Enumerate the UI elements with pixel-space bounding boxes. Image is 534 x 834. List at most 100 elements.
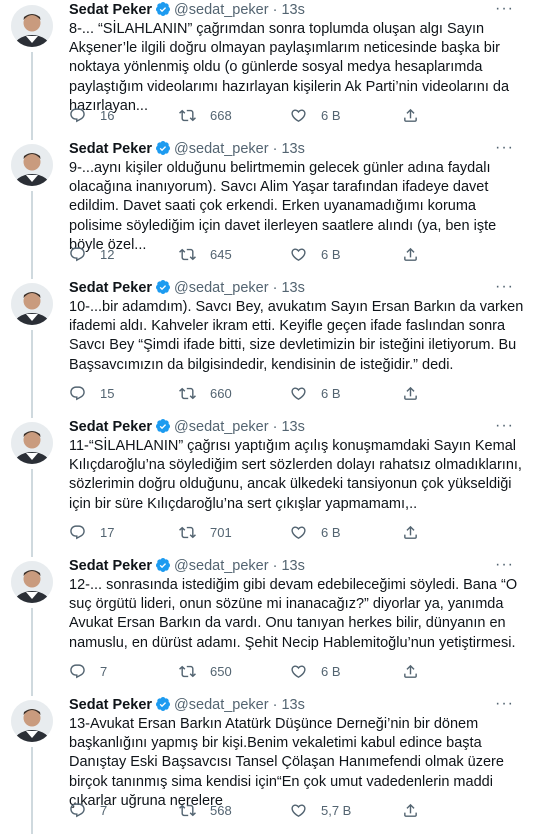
author-name[interactable]: Sedat Peker (69, 419, 152, 435)
tweet-header: Sedat Peker @sedat_peker · 13s (69, 0, 519, 20)
retweet-count: 645 (210, 246, 232, 262)
heart-icon (291, 108, 306, 122)
avatar[interactable] (11, 144, 53, 186)
share-button[interactable] (402, 801, 419, 819)
tweet-actions: 12 645 6 B (69, 245, 524, 263)
more-dots-icon[interactable]: ··· (495, 279, 514, 295)
reply-icon (70, 246, 85, 261)
share-button[interactable] (402, 662, 419, 680)
reply-icon (70, 802, 85, 817)
tweet[interactable]: Sedat Peker @sedat_peker · 13s ··· 8-... … (0, 0, 534, 139)
reply-count: 16 (100, 107, 115, 123)
like-button[interactable]: 6 B (290, 245, 341, 263)
retweet-button[interactable]: 650 (179, 662, 232, 680)
author-handle[interactable]: @sedat_peker (174, 141, 269, 157)
retweet-count: 650 (210, 663, 232, 679)
reply-button[interactable]: 15 (69, 384, 114, 402)
reply-count: 15 (100, 385, 115, 401)
timestamp[interactable]: 13s (281, 558, 304, 574)
like-count: 6 B (321, 663, 341, 679)
more-dots-icon[interactable]: ··· (495, 418, 514, 434)
tweet-actions: 7 568 5,7 B (69, 801, 524, 819)
more-dots-icon[interactable]: ··· (495, 557, 514, 573)
avatar[interactable] (11, 283, 53, 325)
separator-dot: · (272, 141, 278, 157)
avatar[interactable] (11, 561, 53, 603)
author-name[interactable]: Sedat Peker (69, 558, 152, 574)
retweet-button[interactable]: 701 (179, 523, 232, 541)
share-button[interactable] (402, 523, 419, 541)
reply-button[interactable]: 16 (69, 106, 114, 124)
tweet-text: 9-...aynı kişiler olduğunu belirtmemin g… (69, 160, 497, 253)
avatar[interactable] (11, 700, 53, 742)
timestamp[interactable]: 13s (281, 2, 304, 18)
author-handle[interactable]: @sedat_peker (174, 558, 269, 574)
retweet-button[interactable]: 668 (179, 106, 232, 124)
retweet-icon (179, 387, 196, 399)
like-count: 6 B (321, 385, 341, 401)
tweet[interactable]: Sedat Peker @sedat_peker · 13s ··· 9-...a… (0, 139, 534, 278)
author-name[interactable]: Sedat Peker (69, 280, 152, 296)
author-name[interactable]: Sedat Peker (69, 697, 152, 713)
tweet-actions: 16 668 6 B (69, 106, 524, 124)
like-button[interactable]: 6 B (290, 106, 341, 124)
share-button[interactable] (402, 106, 419, 124)
timestamp[interactable]: 13s (281, 697, 304, 713)
avatar[interactable] (11, 422, 53, 464)
retweet-count: 568 (210, 802, 232, 818)
more-dots-icon[interactable]: ··· (495, 140, 514, 156)
separator-dot: · (272, 419, 278, 435)
tweet[interactable]: Sedat Peker @sedat_peker · 13s ··· 11-“Sİ… (0, 417, 534, 556)
tweet[interactable]: Sedat Peker @sedat_peker · 13s ··· 10-...… (0, 278, 534, 417)
share-button[interactable] (402, 245, 419, 263)
avatar-image (11, 144, 53, 186)
like-count: 6 B (321, 524, 341, 540)
like-count: 6 B (321, 107, 341, 123)
share-icon (404, 108, 417, 122)
retweet-button[interactable]: 568 (179, 801, 232, 819)
timestamp[interactable]: 13s (281, 141, 304, 157)
author-handle[interactable]: @sedat_peker (174, 419, 269, 435)
avatar[interactable] (11, 5, 53, 47)
tweet[interactable]: Sedat Peker @sedat_peker · 13s ··· 12-...… (0, 556, 534, 695)
like-button[interactable]: 5,7 B (290, 801, 351, 819)
tweet-header: Sedat Peker @sedat_peker · 13s (69, 556, 519, 576)
reply-icon (70, 524, 85, 539)
avatar-image (11, 700, 53, 742)
author-name[interactable]: Sedat Peker (69, 2, 152, 18)
reply-button[interactable]: 7 (69, 801, 107, 819)
retweet-button[interactable]: 645 (179, 245, 232, 263)
reply-count: 7 (100, 802, 108, 818)
retweet-icon (179, 248, 196, 260)
share-icon (404, 525, 417, 539)
timestamp[interactable]: 13s (281, 280, 304, 296)
author-handle[interactable]: @sedat_peker (174, 697, 269, 713)
share-button[interactable] (402, 384, 419, 402)
more-dots-icon[interactable]: ··· (495, 1, 514, 17)
reply-button[interactable]: 12 (69, 245, 114, 263)
share-icon (404, 247, 417, 261)
like-button[interactable]: 6 B (290, 384, 341, 402)
tweet-text: 11-“SİLAHLANIN” çağrısı yaptığım açılış … (69, 438, 522, 512)
tweet[interactable]: Sedat Peker @sedat_peker · 13s ··· 13-Avu… (0, 695, 534, 834)
author-name[interactable]: Sedat Peker (69, 141, 152, 157)
retweet-count: 668 (210, 107, 232, 123)
like-button[interactable]: 6 B (290, 662, 341, 680)
reply-button[interactable]: 7 (69, 662, 107, 680)
share-icon (404, 386, 417, 400)
timestamp[interactable]: 13s (281, 419, 304, 435)
reply-count: 12 (100, 246, 115, 262)
author-handle[interactable]: @sedat_peker (174, 2, 269, 18)
tweet-actions: 15 660 6 B (69, 384, 524, 402)
reply-icon (70, 385, 85, 400)
more-dots-icon[interactable]: ··· (495, 696, 514, 712)
reply-icon (70, 107, 85, 122)
separator-dot: · (272, 558, 278, 574)
reply-button[interactable]: 17 (69, 523, 114, 541)
author-handle[interactable]: @sedat_peker (174, 280, 269, 296)
retweet-button[interactable]: 660 (179, 384, 232, 402)
tweet-text: 8-... “SİLAHLANIN” çağrımdan sonra toplu… (69, 21, 510, 114)
reply-icon (70, 663, 85, 678)
like-button[interactable]: 6 B (290, 523, 341, 541)
heart-icon (291, 803, 306, 817)
